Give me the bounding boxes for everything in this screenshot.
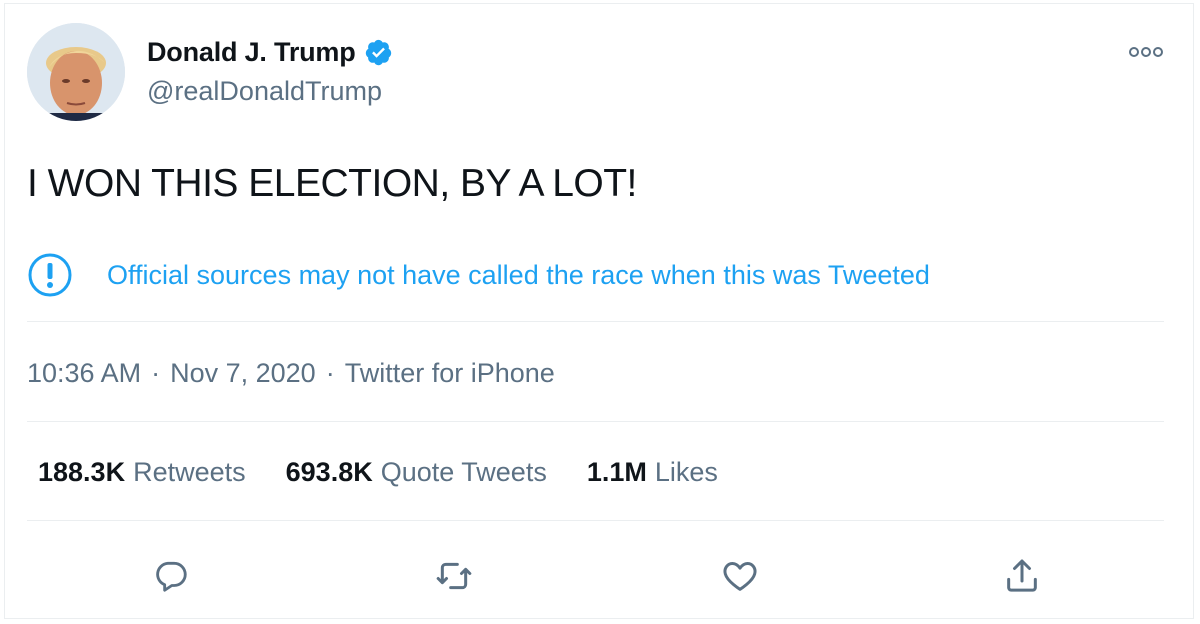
election-notice[interactable]: Official sources may not have called the… [27, 252, 930, 298]
like-button[interactable] [719, 555, 761, 597]
tweet-card: Donald J. Trump @realDonaldTrump I WON T… [4, 3, 1194, 619]
notice-link[interactable]: Official sources may not have called the… [107, 260, 930, 291]
tweet-text: I WON THIS ELECTION, BY A LOT! [27, 162, 637, 205]
share-icon [1007, 559, 1037, 592]
handle[interactable]: @realDonaldTrump [147, 76, 382, 107]
share-button[interactable] [1001, 555, 1043, 597]
avatar[interactable] [27, 23, 125, 121]
divider [27, 520, 1164, 521]
retweet-icon [436, 562, 472, 590]
likes-label: Likes [654, 457, 718, 487]
likes-count: 1.1M [586, 457, 647, 487]
retweets-count: 188.3K [38, 457, 126, 487]
like-icon [723, 562, 757, 591]
meta-separator: · [151, 358, 161, 388]
divider [27, 321, 1164, 322]
tweet-source[interactable]: Twitter for iPhone [345, 358, 555, 389]
divider [27, 421, 1164, 422]
more-options-icon[interactable] [1129, 44, 1163, 60]
tweet-meta: 10:36 AM · Nov 7, 2020 · Twitter for iPh… [27, 358, 555, 389]
retweet-button[interactable] [433, 555, 475, 597]
retweets-stat[interactable]: 188.3K Retweets [38, 457, 246, 488]
meta-separator: · [325, 358, 335, 388]
exclamation-circle-icon [27, 252, 73, 298]
author-row: Donald J. Trump [147, 34, 393, 70]
verified-badge-icon [364, 38, 393, 67]
quote-tweets-stat[interactable]: 693.8K Quote Tweets [286, 457, 547, 488]
retweets-label: Retweets [133, 457, 246, 487]
tweet-time[interactable]: 10:36 AM [27, 358, 141, 389]
quote-tweets-count: 693.8K [285, 457, 373, 487]
avatar-image [27, 23, 125, 121]
display-name[interactable]: Donald J. Trump [147, 37, 356, 68]
reply-button[interactable] [150, 555, 192, 597]
tweet-date[interactable]: Nov 7, 2020 [170, 358, 316, 389]
tweet-stats: 188.3K Retweets 693.8K Quote Tweets 1.1M Li… [38, 457, 758, 488]
likes-stat[interactable]: 1.1M Likes [587, 457, 718, 488]
reply-icon [156, 561, 187, 592]
quote-tweets-label: Quote Tweets [380, 457, 547, 487]
